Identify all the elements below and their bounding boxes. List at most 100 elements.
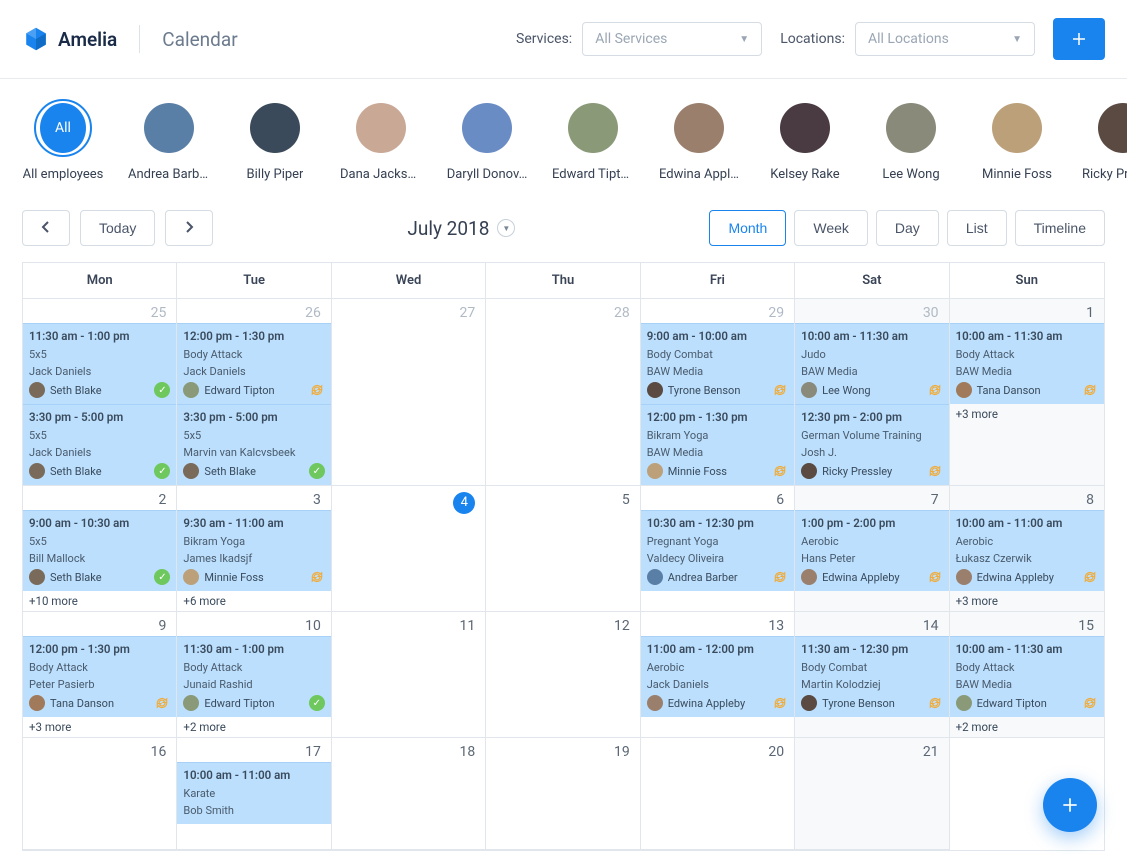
- event-time: 10:00 am - 11:00 am: [956, 515, 1098, 533]
- event-sub: Jack Daniels: [29, 444, 170, 461]
- next-button[interactable]: [165, 210, 213, 246]
- calendar-event[interactable]: 12:00 pm - 1:30 pmBody AttackJack Daniel…: [177, 323, 330, 404]
- view-btn-day[interactable]: Day: [876, 210, 939, 246]
- calendar-event[interactable]: 11:30 am - 12:30 pmBody CombatMartin Kol…: [795, 636, 948, 717]
- calendar-cell[interactable]: 19: [486, 738, 640, 850]
- more-events-link[interactable]: +3 more: [950, 404, 1104, 424]
- calendar-event[interactable]: 10:00 am - 11:00 amAerobicŁukasz Czerwik…: [950, 510, 1104, 591]
- add-button[interactable]: [1053, 18, 1105, 60]
- calendar-cell[interactable]: 29:00 am - 10:30 am5x5Bill MallockSeth B…: [23, 486, 177, 612]
- avatar: [29, 382, 45, 398]
- more-events-link[interactable]: +2 more: [950, 717, 1104, 737]
- employee-filter-item[interactable]: AllAll employees: [22, 99, 104, 182]
- employee-filter-item[interactable]: Andrea Barber: [128, 99, 210, 182]
- calendar-event[interactable]: 9:00 am - 10:30 am5x5Bill MallockSeth Bl…: [23, 510, 176, 591]
- more-events-link[interactable]: +10 more: [23, 591, 176, 611]
- calendar-cell[interactable]: 2511:30 am - 1:00 pm5x5Jack DanielsSeth …: [23, 299, 177, 486]
- calendar-cell[interactable]: 810:00 am - 11:00 amAerobicŁukasz Czerwi…: [950, 486, 1104, 612]
- recurring-icon: [927, 569, 943, 585]
- calendar-cell[interactable]: 110:00 am - 11:30 amBody AttackBAW Media…: [950, 299, 1104, 486]
- fab-add-button[interactable]: [1043, 778, 1097, 832]
- calendar-event[interactable]: 10:00 am - 11:30 amBody AttackBAW MediaE…: [950, 636, 1104, 717]
- day-number: 1: [950, 299, 1104, 323]
- calendar-cell[interactable]: 20: [641, 738, 795, 850]
- employee-filter-item[interactable]: Edwina Appl…: [658, 99, 740, 182]
- more-events-link[interactable]: +3 more: [23, 717, 176, 737]
- calendar-event[interactable]: 11:30 am - 1:00 pmBody AttackJunaid Rash…: [177, 636, 330, 717]
- calendar-cell[interactable]: 16: [23, 738, 177, 850]
- weekday-label: Tue: [177, 263, 331, 298]
- employee-filter-item[interactable]: Ricky Pressley: [1082, 99, 1127, 182]
- calendar-event[interactable]: 11:30 am - 1:00 pm5x5Jack DanielsSeth Bl…: [23, 323, 176, 404]
- calendar-event[interactable]: 9:30 am - 11:00 amBikram YogaJames Ikads…: [177, 510, 330, 591]
- calendar-event[interactable]: 11:00 am - 12:00 pmAerobicJack DanielsEd…: [641, 636, 794, 717]
- calendar-cell[interactable]: 1510:00 am - 11:30 amBody AttackBAW Medi…: [950, 612, 1104, 738]
- event-assignee: Edwina Appleby: [668, 695, 745, 712]
- calendar-event[interactable]: 12:00 pm - 1:30 pmBikram YogaBAW MediaMi…: [641, 404, 794, 485]
- calendar-cell[interactable]: 912:00 pm - 1:30 pmBody AttackPeter Pasi…: [23, 612, 177, 738]
- locations-select[interactable]: All Locations ▼: [855, 22, 1035, 56]
- employee-name: Billy Piper: [247, 167, 304, 182]
- calendar-event[interactable]: 3:30 pm - 5:00 pm5x5Jack DanielsSeth Bla…: [23, 404, 176, 485]
- calendar-event[interactable]: 10:00 am - 11:00 amKarateBob Smith: [177, 762, 330, 824]
- more-events-link[interactable]: +2 more: [177, 717, 330, 737]
- calendar-cell[interactable]: 610:30 am - 12:30 pmPregnant YogaValdecy…: [641, 486, 795, 612]
- view-btn-month[interactable]: Month: [709, 210, 786, 246]
- calendar-event[interactable]: 3:30 pm - 5:00 pm5x5Marvin van Kalcvsbee…: [177, 404, 330, 485]
- calendar-cell[interactable]: 3010:00 am - 11:30 amJudoBAW MediaLee Wo…: [795, 299, 949, 486]
- calendar-cell[interactable]: 27: [332, 299, 486, 486]
- view-btn-list[interactable]: List: [947, 210, 1007, 246]
- day-number: 27: [332, 299, 485, 323]
- employee-filter-item[interactable]: Edward Tipton: [552, 99, 634, 182]
- calendar-cell[interactable]: 299:00 am - 10:00 amBody CombatBAW Media…: [641, 299, 795, 486]
- view-btn-week[interactable]: Week: [794, 210, 868, 246]
- employee-name: Ricky Pressley: [1082, 167, 1127, 182]
- employee-filter-item[interactable]: Dana Jackson: [340, 99, 422, 182]
- more-events-link[interactable]: +3 more: [950, 591, 1104, 611]
- event-assignee: Ricky Pressley: [822, 463, 892, 480]
- day-number: 8: [950, 486, 1104, 510]
- today-button[interactable]: Today: [80, 210, 155, 246]
- day-number: 26: [177, 299, 330, 323]
- more-events-link[interactable]: +6 more: [177, 591, 330, 611]
- calendar-event[interactable]: 12:00 pm - 1:30 pmBody AttackPeter Pasie…: [23, 636, 176, 717]
- calendar-event[interactable]: 9:00 am - 10:00 amBody CombatBAW MediaTy…: [641, 323, 794, 404]
- event-assignee: Edward Tipton: [977, 695, 1047, 712]
- calendar-cell[interactable]: 39:30 am - 11:00 amBikram YogaJames Ikad…: [177, 486, 331, 612]
- calendar-event[interactable]: 12:30 pm - 2:00 pmGerman Volume Training…: [795, 404, 948, 485]
- calendar-cell[interactable]: 1411:30 am - 12:30 pmBody CombatMartin K…: [795, 612, 949, 738]
- calendar-cell[interactable]: 18: [332, 738, 486, 850]
- services-select[interactable]: All Services ▼: [582, 22, 762, 56]
- recurring-icon: [154, 695, 170, 711]
- day-number: 19: [486, 738, 639, 762]
- calendar-cell[interactable]: 5: [486, 486, 640, 612]
- calendar-cell[interactable]: 11: [332, 612, 486, 738]
- calendar-cell[interactable]: 1710:00 am - 11:00 amKarateBob Smith: [177, 738, 331, 850]
- avatar: [647, 463, 663, 479]
- calendar-cell[interactable]: 12: [486, 612, 640, 738]
- calendar-event[interactable]: 10:00 am - 11:30 amBody AttackBAW MediaT…: [950, 323, 1104, 404]
- calendar-event[interactable]: 10:00 am - 11:30 amJudoBAW MediaLee Wong: [795, 323, 948, 404]
- calendar-event[interactable]: 1:00 pm - 2:00 pmAerobicHans PeterEdwina…: [795, 510, 948, 591]
- calendar-cell[interactable]: 1011:30 am - 1:00 pmBody AttackJunaid Ra…: [177, 612, 331, 738]
- avatar: [1098, 103, 1127, 153]
- employee-filter-item[interactable]: Minnie Foss: [976, 99, 1058, 182]
- check-icon: ✓: [154, 382, 170, 398]
- employee-filter-item[interactable]: Billy Piper: [234, 99, 316, 182]
- employee-filter-item[interactable]: Daryll Donov…: [446, 99, 528, 182]
- calendar-cell[interactable]: 1311:00 am - 12:00 pmAerobicJack Daniels…: [641, 612, 795, 738]
- calendar-cell[interactable]: 28: [486, 299, 640, 486]
- employee-filter-item[interactable]: Lee Wong: [870, 99, 952, 182]
- avatar: [462, 103, 512, 153]
- calendar-cell[interactable]: 2612:00 pm - 1:30 pmBody AttackJack Dani…: [177, 299, 331, 486]
- check-icon: ✓: [154, 569, 170, 585]
- employee-filter-item[interactable]: Kelsey Rake: [764, 99, 846, 182]
- calendar-cell[interactable]: 4: [332, 486, 486, 612]
- period-dropdown[interactable]: ▼: [497, 219, 515, 237]
- calendar-event[interactable]: 10:30 am - 12:30 pmPregnant YogaValdecy …: [641, 510, 794, 591]
- calendar-cell[interactable]: 21: [795, 738, 949, 850]
- event-assignee: Tyrone Benson: [668, 382, 741, 399]
- calendar-cell[interactable]: 71:00 pm - 2:00 pmAerobicHans PeterEdwin…: [795, 486, 949, 612]
- prev-button[interactable]: [22, 210, 70, 246]
- view-btn-timeline[interactable]: Timeline: [1015, 210, 1105, 246]
